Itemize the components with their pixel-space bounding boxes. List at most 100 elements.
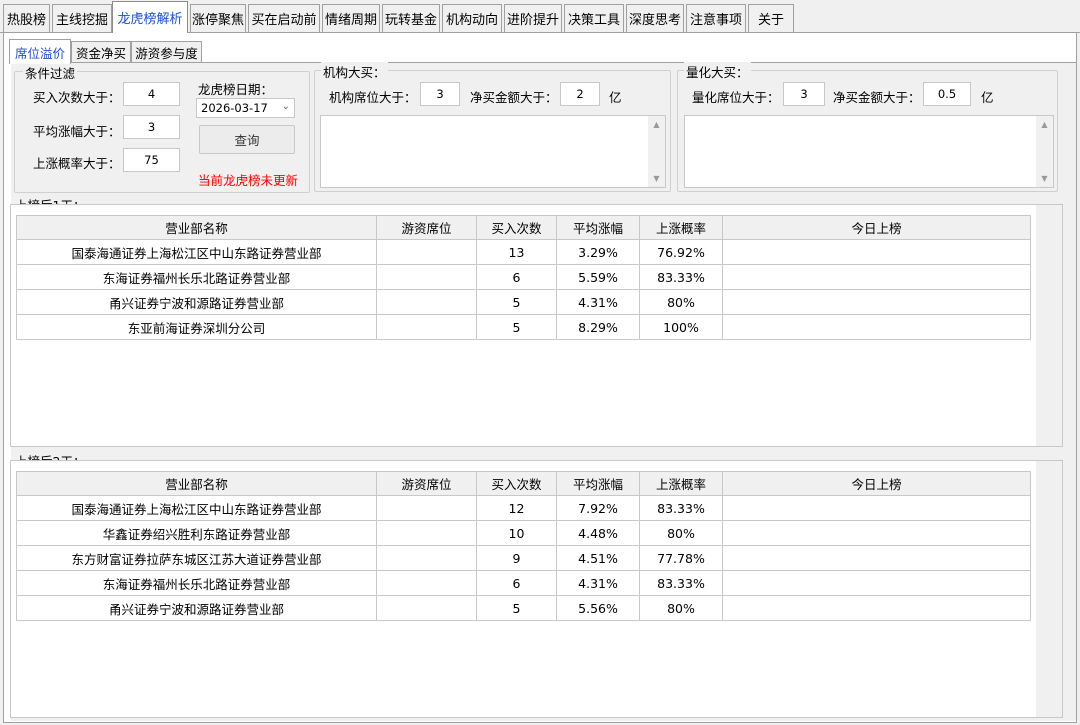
tab-limit-up[interactable]: 涨停聚焦 (190, 4, 246, 32)
table-row[interactable]: 国泰海通证券上海松江区中山东路证券营业部 13 3.29% 76.92% (16, 239, 1031, 265)
cell-branch-name: 东海证券福州长乐北路证券营业部 (16, 570, 377, 596)
cell-avg-rise: 5.56% (556, 595, 640, 621)
table-row[interactable]: 甬兴证券宁波和源路证券营业部 5 4.31% 80% (16, 289, 1031, 315)
tab-decision[interactable]: 决策工具 (564, 4, 624, 32)
institution-memo-scrollbar[interactable]: ▲ ▼ (648, 116, 665, 187)
col-hot-money-seat[interactable]: 游资席位 (376, 471, 477, 496)
table-row[interactable]: 国泰海通证券上海松江区中山东路证券营业部 12 7.92% 83.33% (16, 495, 1031, 521)
cell-up-prob: 77.78% (639, 545, 723, 571)
table-row[interactable]: 东亚前海证券深圳分公司 5 8.29% 100% (16, 314, 1031, 340)
cell-up-prob: 80% (639, 520, 723, 546)
col-branch-name[interactable]: 营业部名称 (16, 471, 377, 496)
tab-buy-early[interactable]: 买在启动前 (248, 4, 320, 32)
cell-today-listed (722, 289, 1031, 315)
table-row[interactable]: 华鑫证券绍兴胜利东路证券营业部 10 4.48% 80% (16, 520, 1031, 546)
day2-grid[interactable]: 营业部名称 游资席位 买入次数 平均涨幅 上涨概率 今日上榜 国泰海通证券上海松… (10, 460, 1063, 718)
col-today-listed[interactable]: 今日上榜 (722, 215, 1031, 240)
col-buy-count[interactable]: 买入次数 (476, 215, 557, 240)
quant-net-label: 净买金额大于： (833, 90, 921, 105)
tab-sentiment[interactable]: 情绪周期 (322, 4, 380, 32)
quant-net-input[interactable]: 0.5 (923, 82, 971, 106)
col-up-prob[interactable]: 上涨概率 (639, 215, 723, 240)
cell-branch-name: 甬兴证券宁波和源路证券营业部 (16, 595, 377, 621)
cell-hot-money-seat (376, 264, 477, 290)
cell-buy-count: 5 (476, 289, 557, 315)
tab-funds[interactable]: 玩转基金 (382, 4, 440, 32)
institution-seat-input[interactable]: 3 (420, 82, 460, 106)
tab-deep-thinking[interactable]: 深度思考 (626, 4, 684, 32)
subtab-seat-premium[interactable]: 席位溢价 (9, 39, 71, 64)
quant-memo[interactable]: ▲ ▼ (684, 115, 1054, 188)
table-row[interactable]: 东海证券福州长乐北路证券营业部 6 5.59% 83.33% (16, 264, 1031, 290)
quant-legend: 量化大买： (684, 62, 751, 81)
cell-avg-rise: 4.48% (556, 520, 640, 546)
institution-unit: 亿 (609, 90, 622, 105)
quant-unit: 亿 (981, 90, 994, 105)
col-avg-rise[interactable]: 平均涨幅 (556, 471, 640, 496)
tab-mainline[interactable]: 主线挖掘 (52, 4, 112, 32)
cell-avg-rise: 8.29% (556, 314, 640, 340)
col-buy-count[interactable]: 买入次数 (476, 471, 557, 496)
table-row[interactable]: 甬兴证券宁波和源路证券营业部 5 5.56% 80% (16, 595, 1031, 621)
col-today-listed[interactable]: 今日上榜 (722, 471, 1031, 496)
quant-seat-input[interactable]: 3 (783, 82, 825, 106)
tab-institution[interactable]: 机构动向 (442, 4, 502, 32)
col-avg-rise[interactable]: 平均涨幅 (556, 215, 640, 240)
col-branch-name[interactable]: 营业部名称 (16, 215, 377, 240)
date-value: 2026-03-17 (201, 101, 268, 115)
cell-avg-rise: 5.59% (556, 264, 640, 290)
date-picker[interactable]: 2026-03-17 ⌄ (196, 98, 295, 118)
cell-branch-name: 东亚前海证券深圳分公司 (16, 314, 377, 340)
cell-branch-name: 东方财富证券拉萨东城区江苏大道证券营业部 (16, 545, 377, 571)
cell-avg-rise: 4.51% (556, 545, 640, 571)
tab-advance[interactable]: 进阶提升 (504, 4, 562, 32)
buy-count-input[interactable]: 4 (123, 82, 180, 106)
tab-about[interactable]: 关于 (748, 4, 794, 32)
cell-hot-money-seat (376, 570, 477, 596)
chevron-down-icon[interactable]: ⌄ (282, 101, 290, 112)
cell-today-listed (722, 495, 1031, 521)
cell-hot-money-seat (376, 545, 477, 571)
tab-hot-stocks[interactable]: 热股榜 (3, 4, 50, 32)
filter-legend: 条件过滤 (23, 63, 78, 82)
cell-buy-count: 6 (476, 570, 557, 596)
table-row[interactable]: 东方财富证券拉萨东城区江苏大道证券营业部 9 4.51% 77.78% (16, 545, 1031, 571)
cell-up-prob: 100% (639, 314, 723, 340)
cell-hot-money-seat (376, 495, 477, 521)
day1-grid[interactable]: 营业部名称 游资席位 买入次数 平均涨幅 上涨概率 今日上榜 国泰海通证券上海松… (10, 204, 1063, 447)
cell-hot-money-seat (376, 520, 477, 546)
scroll-up-icon[interactable]: ▲ (648, 116, 665, 133)
scroll-up-icon[interactable]: ▲ (1036, 116, 1053, 133)
cell-avg-rise: 4.31% (556, 570, 640, 596)
col-up-prob[interactable]: 上涨概率 (639, 471, 723, 496)
cell-today-listed (722, 570, 1031, 596)
cell-avg-rise: 7.92% (556, 495, 640, 521)
avg-rise-input[interactable]: 3 (123, 115, 180, 139)
cell-today-listed (722, 595, 1031, 621)
cell-buy-count: 13 (476, 239, 557, 265)
cell-hot-money-seat (376, 239, 477, 265)
col-hot-money-seat[interactable]: 游资席位 (376, 215, 477, 240)
scroll-down-icon[interactable]: ▼ (1036, 170, 1053, 187)
cell-hot-money-seat (376, 595, 477, 621)
institution-memo[interactable]: ▲ ▼ (320, 115, 666, 188)
cell-up-prob: 76.92% (639, 239, 723, 265)
cell-up-prob: 83.33% (639, 264, 723, 290)
cell-today-listed (722, 264, 1031, 290)
institution-net-input[interactable]: 2 (560, 82, 600, 106)
table-row[interactable]: 东海证券福州长乐北路证券营业部 6 4.31% 83.33% (16, 570, 1031, 596)
subtab-hot-money[interactable]: 游资参与度 (131, 41, 202, 63)
tab-dragon-tiger[interactable]: 龙虎榜解析 (112, 1, 188, 33)
cell-buy-count: 6 (476, 264, 557, 290)
quant-memo-scrollbar[interactable]: ▲ ▼ (1036, 116, 1053, 187)
tab-notes[interactable]: 注意事项 (686, 4, 746, 32)
cell-hot-money-seat (376, 289, 477, 315)
institution-net-label: 净买金额大于： (470, 90, 558, 105)
cell-branch-name: 甬兴证券宁波和源路证券营业部 (16, 289, 377, 315)
up-prob-input[interactable]: 75 (123, 148, 180, 172)
scroll-down-icon[interactable]: ▼ (648, 170, 665, 187)
query-button[interactable]: 查询 (199, 125, 295, 154)
cell-hot-money-seat (376, 314, 477, 340)
cell-up-prob: 80% (639, 289, 723, 315)
subtab-net-buy[interactable]: 资金净买 (71, 41, 131, 63)
